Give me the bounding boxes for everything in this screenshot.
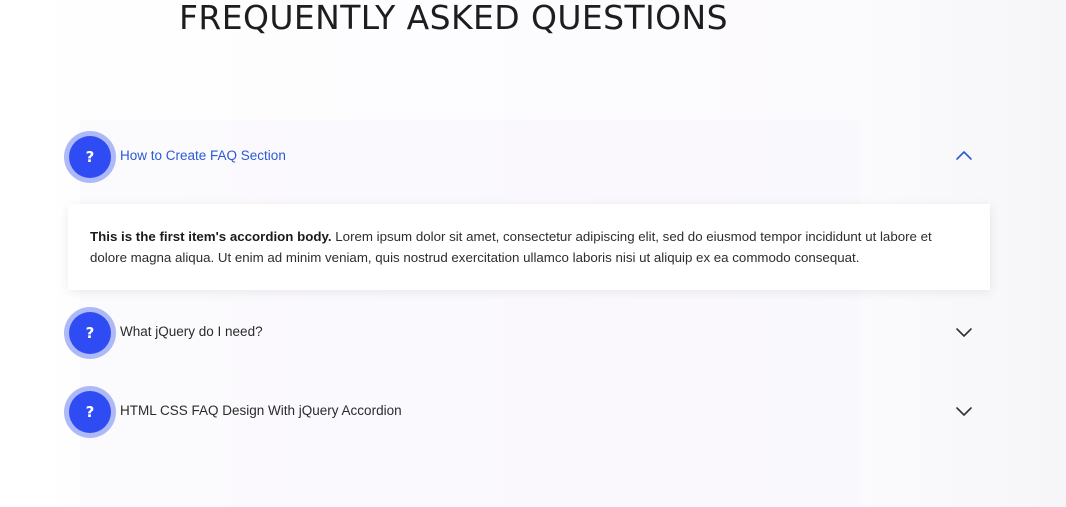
page-title: FREQUENTLY ASKED QUESTIONS bbox=[179, 0, 728, 37]
faq-item: ? HTML CSS FAQ Design With jQuery Accord… bbox=[64, 385, 994, 438]
chevron-down-icon[interactable] bbox=[954, 324, 974, 340]
faq-header-1[interactable]: ? How to Create FAQ Section bbox=[64, 130, 994, 183]
faq-header-2[interactable]: ? What jQuery do I need? bbox=[64, 306, 994, 359]
faq-answer-strong: This is the first item's accordion body. bbox=[90, 229, 332, 244]
question-mark-icon: ? bbox=[69, 391, 111, 433]
faq-header-3[interactable]: ? HTML CSS FAQ Design With jQuery Accord… bbox=[64, 385, 994, 438]
question-mark-icon: ? bbox=[69, 312, 111, 354]
faq-item: ? What jQuery do I need? bbox=[64, 306, 994, 359]
chevron-down-icon[interactable] bbox=[954, 403, 974, 419]
faq-answer: This is the first item's accordion body.… bbox=[68, 204, 990, 290]
faq-question[interactable]: What jQuery do I need? bbox=[120, 324, 263, 340]
question-badge-icon: ? bbox=[64, 386, 116, 438]
question-badge-icon: ? bbox=[64, 307, 116, 359]
page: FREQUENTLY ASKED QUESTIONS ? How to Crea… bbox=[0, 0, 1066, 507]
chevron-up-icon[interactable] bbox=[954, 148, 974, 164]
question-badge-icon: ? bbox=[64, 131, 116, 183]
faq-accordion: ? How to Create FAQ Section This is the … bbox=[64, 130, 994, 438]
faq-question[interactable]: How to Create FAQ Section bbox=[120, 148, 286, 164]
question-mark-icon: ? bbox=[69, 136, 111, 178]
faq-item: ? How to Create FAQ Section This is the … bbox=[64, 130, 994, 290]
faq-question[interactable]: HTML CSS FAQ Design With jQuery Accordio… bbox=[120, 403, 402, 419]
